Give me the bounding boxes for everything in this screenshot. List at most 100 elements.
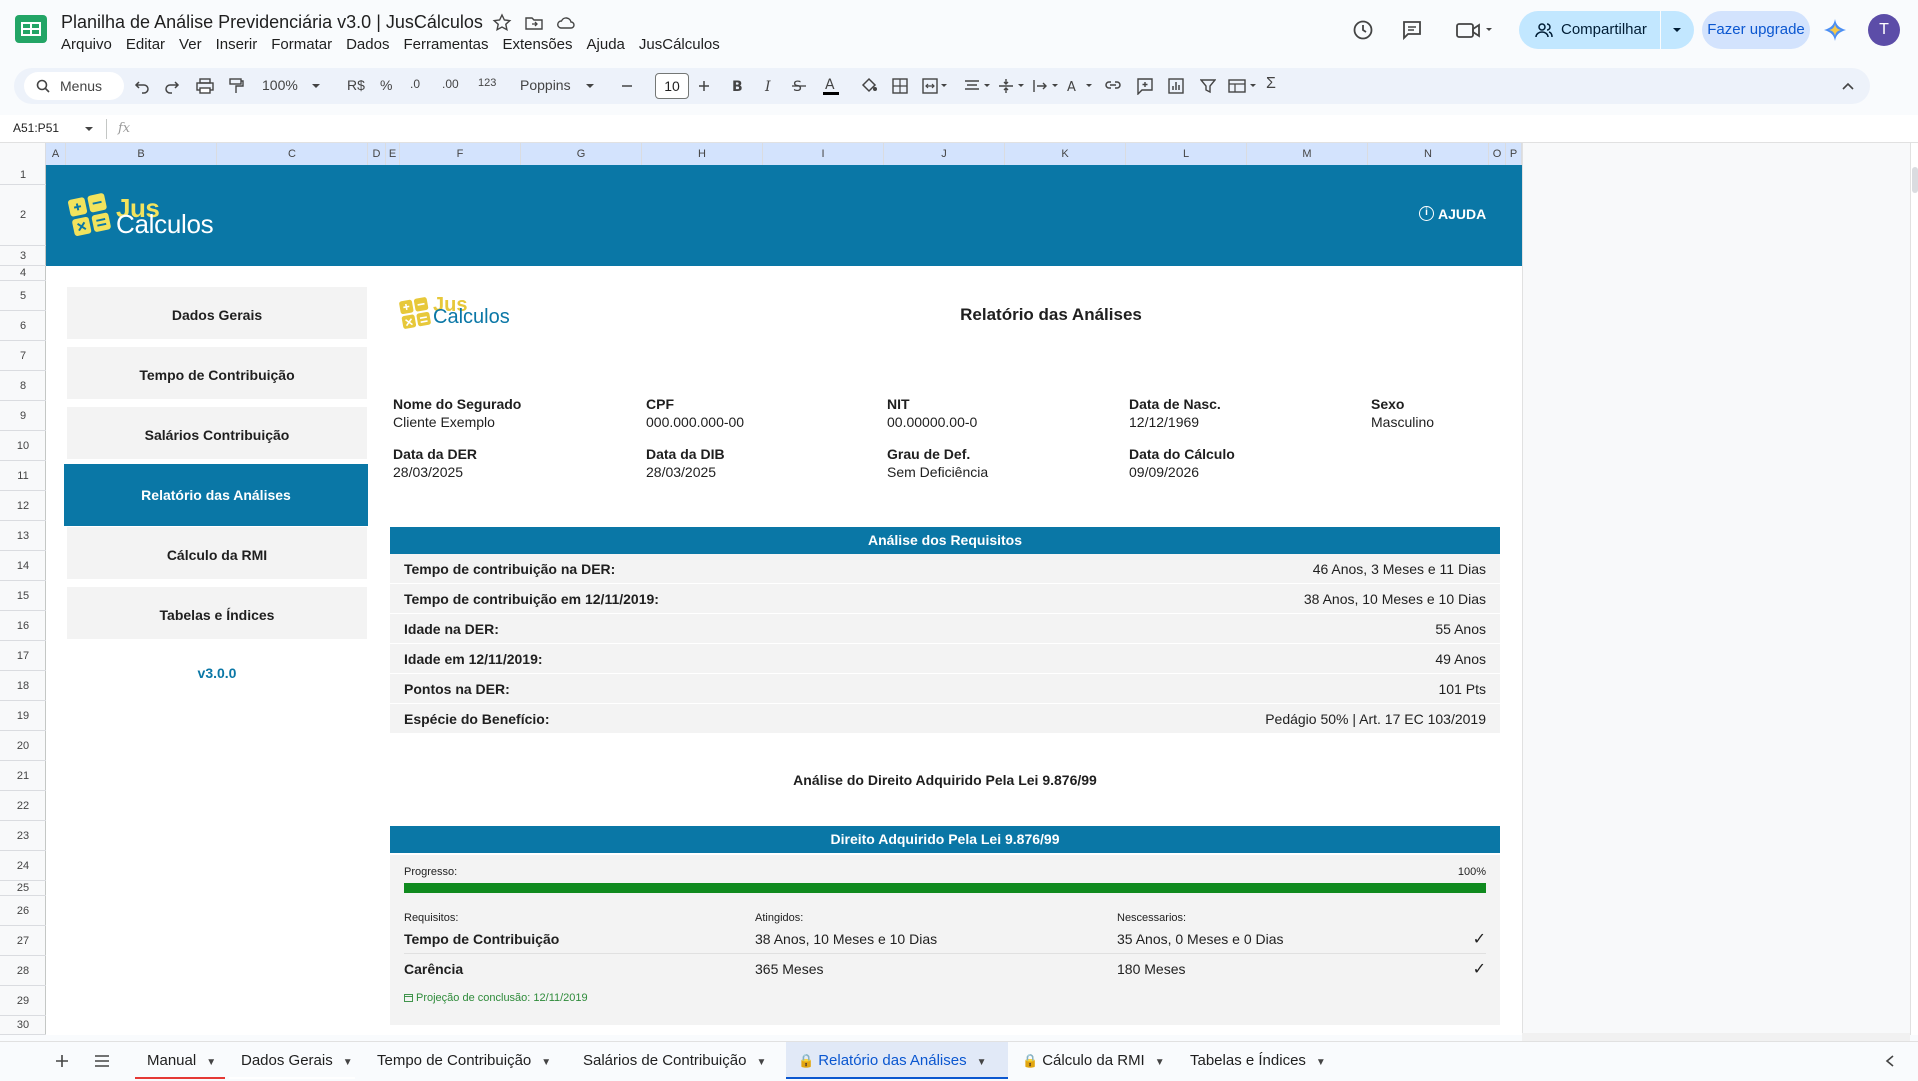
avatar[interactable]: T [1868,14,1900,46]
row-header[interactable]: 4 [0,266,46,281]
move-folder-icon[interactable] [524,13,544,33]
print-icon[interactable] [196,78,214,94]
row-header[interactable]: 1 [0,165,46,185]
document-title[interactable]: Planilha de Análise Previdenciária v3.0 … [61,12,483,33]
cloud-status-icon[interactable] [556,13,576,33]
row-header[interactable]: 10 [0,431,46,461]
column-header-i[interactable]: I [763,143,884,165]
collapse-toolbar-icon[interactable] [1842,81,1854,91]
font-select[interactable]: Poppins [520,77,571,93]
strikethrough-icon[interactable]: S [791,78,807,94]
upgrade-button[interactable]: Fazer upgrade [1702,11,1810,49]
help-link[interactable]: i AJUDA [1419,205,1486,223]
menus-search[interactable]: Menus [24,72,124,100]
menu-data[interactable]: Dados [339,36,396,53]
zoom-dropdown-icon[interactable] [311,83,321,89]
column-header-k[interactable]: K [1005,143,1126,165]
tab-salarios-contribuicao[interactable]: Salários de Contribuição ▼ [571,1042,781,1079]
comments-icon[interactable] [1400,18,1424,42]
column-header-m[interactable]: M [1247,143,1368,165]
column-header-a[interactable]: A [46,143,66,165]
tab-dados-gerais[interactable]: Dados Gerais ▼ [229,1042,355,1079]
row-header[interactable]: 16 [0,611,46,641]
font-size-decrease-icon[interactable] [621,80,633,92]
number-format-button[interactable]: 123 [478,77,496,89]
column-header-d[interactable]: D [368,143,386,165]
column-header-j[interactable]: J [884,143,1005,165]
currency-format-button[interactable]: R$ [347,77,365,93]
menu-insert[interactable]: Inserir [209,36,265,53]
name-box[interactable]: A51:P51 [13,121,59,135]
horizontal-align-icon[interactable] [964,78,992,94]
row-header[interactable]: 25 [0,881,46,896]
meet-video-icon[interactable] [1455,18,1495,42]
horizontal-scrollbar[interactable] [1522,1033,1910,1041]
vertical-scrollbar-thumb[interactable] [1912,167,1918,193]
row-header[interactable]: 24 [0,851,46,881]
share-dropdown-icon[interactable] [1671,26,1683,34]
row-header[interactable]: 11 [0,461,46,491]
insert-comment-icon[interactable] [1136,77,1154,95]
tab-dropdown-icon[interactable]: ▼ [541,1057,551,1068]
text-wrapping-icon[interactable] [1032,78,1060,94]
row-header[interactable]: 21 [0,761,46,791]
nav-relatorio-analises[interactable]: Relatório das Análises [64,464,368,526]
gemini-sparkle-icon[interactable] [1823,18,1847,42]
functions-button[interactable]: Σ [1266,75,1276,93]
menu-edit[interactable]: Editar [119,36,172,53]
row-header[interactable]: 19 [0,701,46,731]
percent-format-button[interactable]: % [380,77,392,93]
menu-extensions[interactable]: Extensões [495,36,579,53]
tab-relatorio-analises[interactable]: 🔒 Relatório das Análises ▼ [786,1042,1008,1079]
row-header[interactable]: 27 [0,926,46,956]
font-size-increase-icon[interactable] [698,80,710,92]
row-header[interactable]: 23 [0,821,46,851]
paint-format-icon[interactable] [228,78,244,94]
add-sheet-icon[interactable] [55,1054,69,1068]
menu-view[interactable]: Ver [172,36,209,53]
row-header[interactable]: 7 [0,341,46,371]
redo-icon[interactable] [164,78,180,94]
row-header[interactable]: 8 [0,371,46,401]
select-all-corner[interactable] [0,143,46,165]
font-dropdown-icon[interactable] [585,83,595,89]
insert-chart-icon[interactable] [1168,78,1184,94]
menu-format[interactable]: Formatar [264,36,339,53]
row-header[interactable]: 18 [0,671,46,701]
tab-tempo-contribuicao[interactable]: Tempo de Contribuição ▼ [365,1042,565,1079]
text-color-icon[interactable]: A [822,76,840,96]
menu-tools[interactable]: Ferramentas [396,36,495,53]
nav-salarios-contribuicao[interactable]: Salários Contribuição [67,407,367,463]
tab-dropdown-icon[interactable]: ▼ [1155,1057,1165,1068]
row-header[interactable]: 2 [0,185,46,246]
filter-views-icon[interactable] [1228,78,1258,94]
text-rotation-icon[interactable]: A [1066,78,1094,94]
decrease-decimal-button[interactable]: .0 [410,77,420,91]
tab-manual[interactable]: Manual ▼ [135,1042,225,1079]
star-icon[interactable] [492,13,512,33]
menu-file[interactable]: Arquivo [54,36,119,53]
fill-color-icon[interactable] [860,77,878,95]
sheets-logo-icon[interactable] [14,14,48,44]
column-header-h[interactable]: H [642,143,763,165]
borders-icon[interactable] [892,78,908,94]
menu-help[interactable]: Ajuda [580,36,632,53]
tab-dropdown-icon[interactable]: ▼ [977,1057,987,1068]
column-header-e[interactable]: E [386,143,400,165]
tab-calculo-rmi[interactable]: 🔒 Cálculo da RMI ▼ [1010,1042,1173,1079]
column-header-f[interactable]: F [400,143,521,165]
tab-dropdown-icon[interactable]: ▼ [206,1057,216,1068]
tab-dropdown-icon[interactable]: ▼ [756,1057,766,1068]
nav-tempo-contribuicao[interactable]: Tempo de Contribuição [67,347,367,403]
row-header[interactable]: 6 [0,311,46,341]
tab-tabelas-indices[interactable]: Tabelas e Índices ▼ [1178,1042,1340,1079]
vertical-align-icon[interactable] [998,78,1026,94]
nav-tabelas-indices[interactable]: Tabelas e Índices [67,587,367,643]
bold-icon[interactable]: B [730,78,744,94]
row-header[interactable]: 5 [0,281,46,311]
column-header-l[interactable]: L [1126,143,1247,165]
row-header[interactable]: 3 [0,246,46,266]
nav-calculo-rmi[interactable]: Cálculo da RMI [67,527,367,583]
nav-dados-gerais[interactable]: Dados Gerais [67,287,367,343]
sheet-grid[interactable]: Jus Calculos i AJUDA Dados Gerais Tempo d… [46,165,1522,1035]
